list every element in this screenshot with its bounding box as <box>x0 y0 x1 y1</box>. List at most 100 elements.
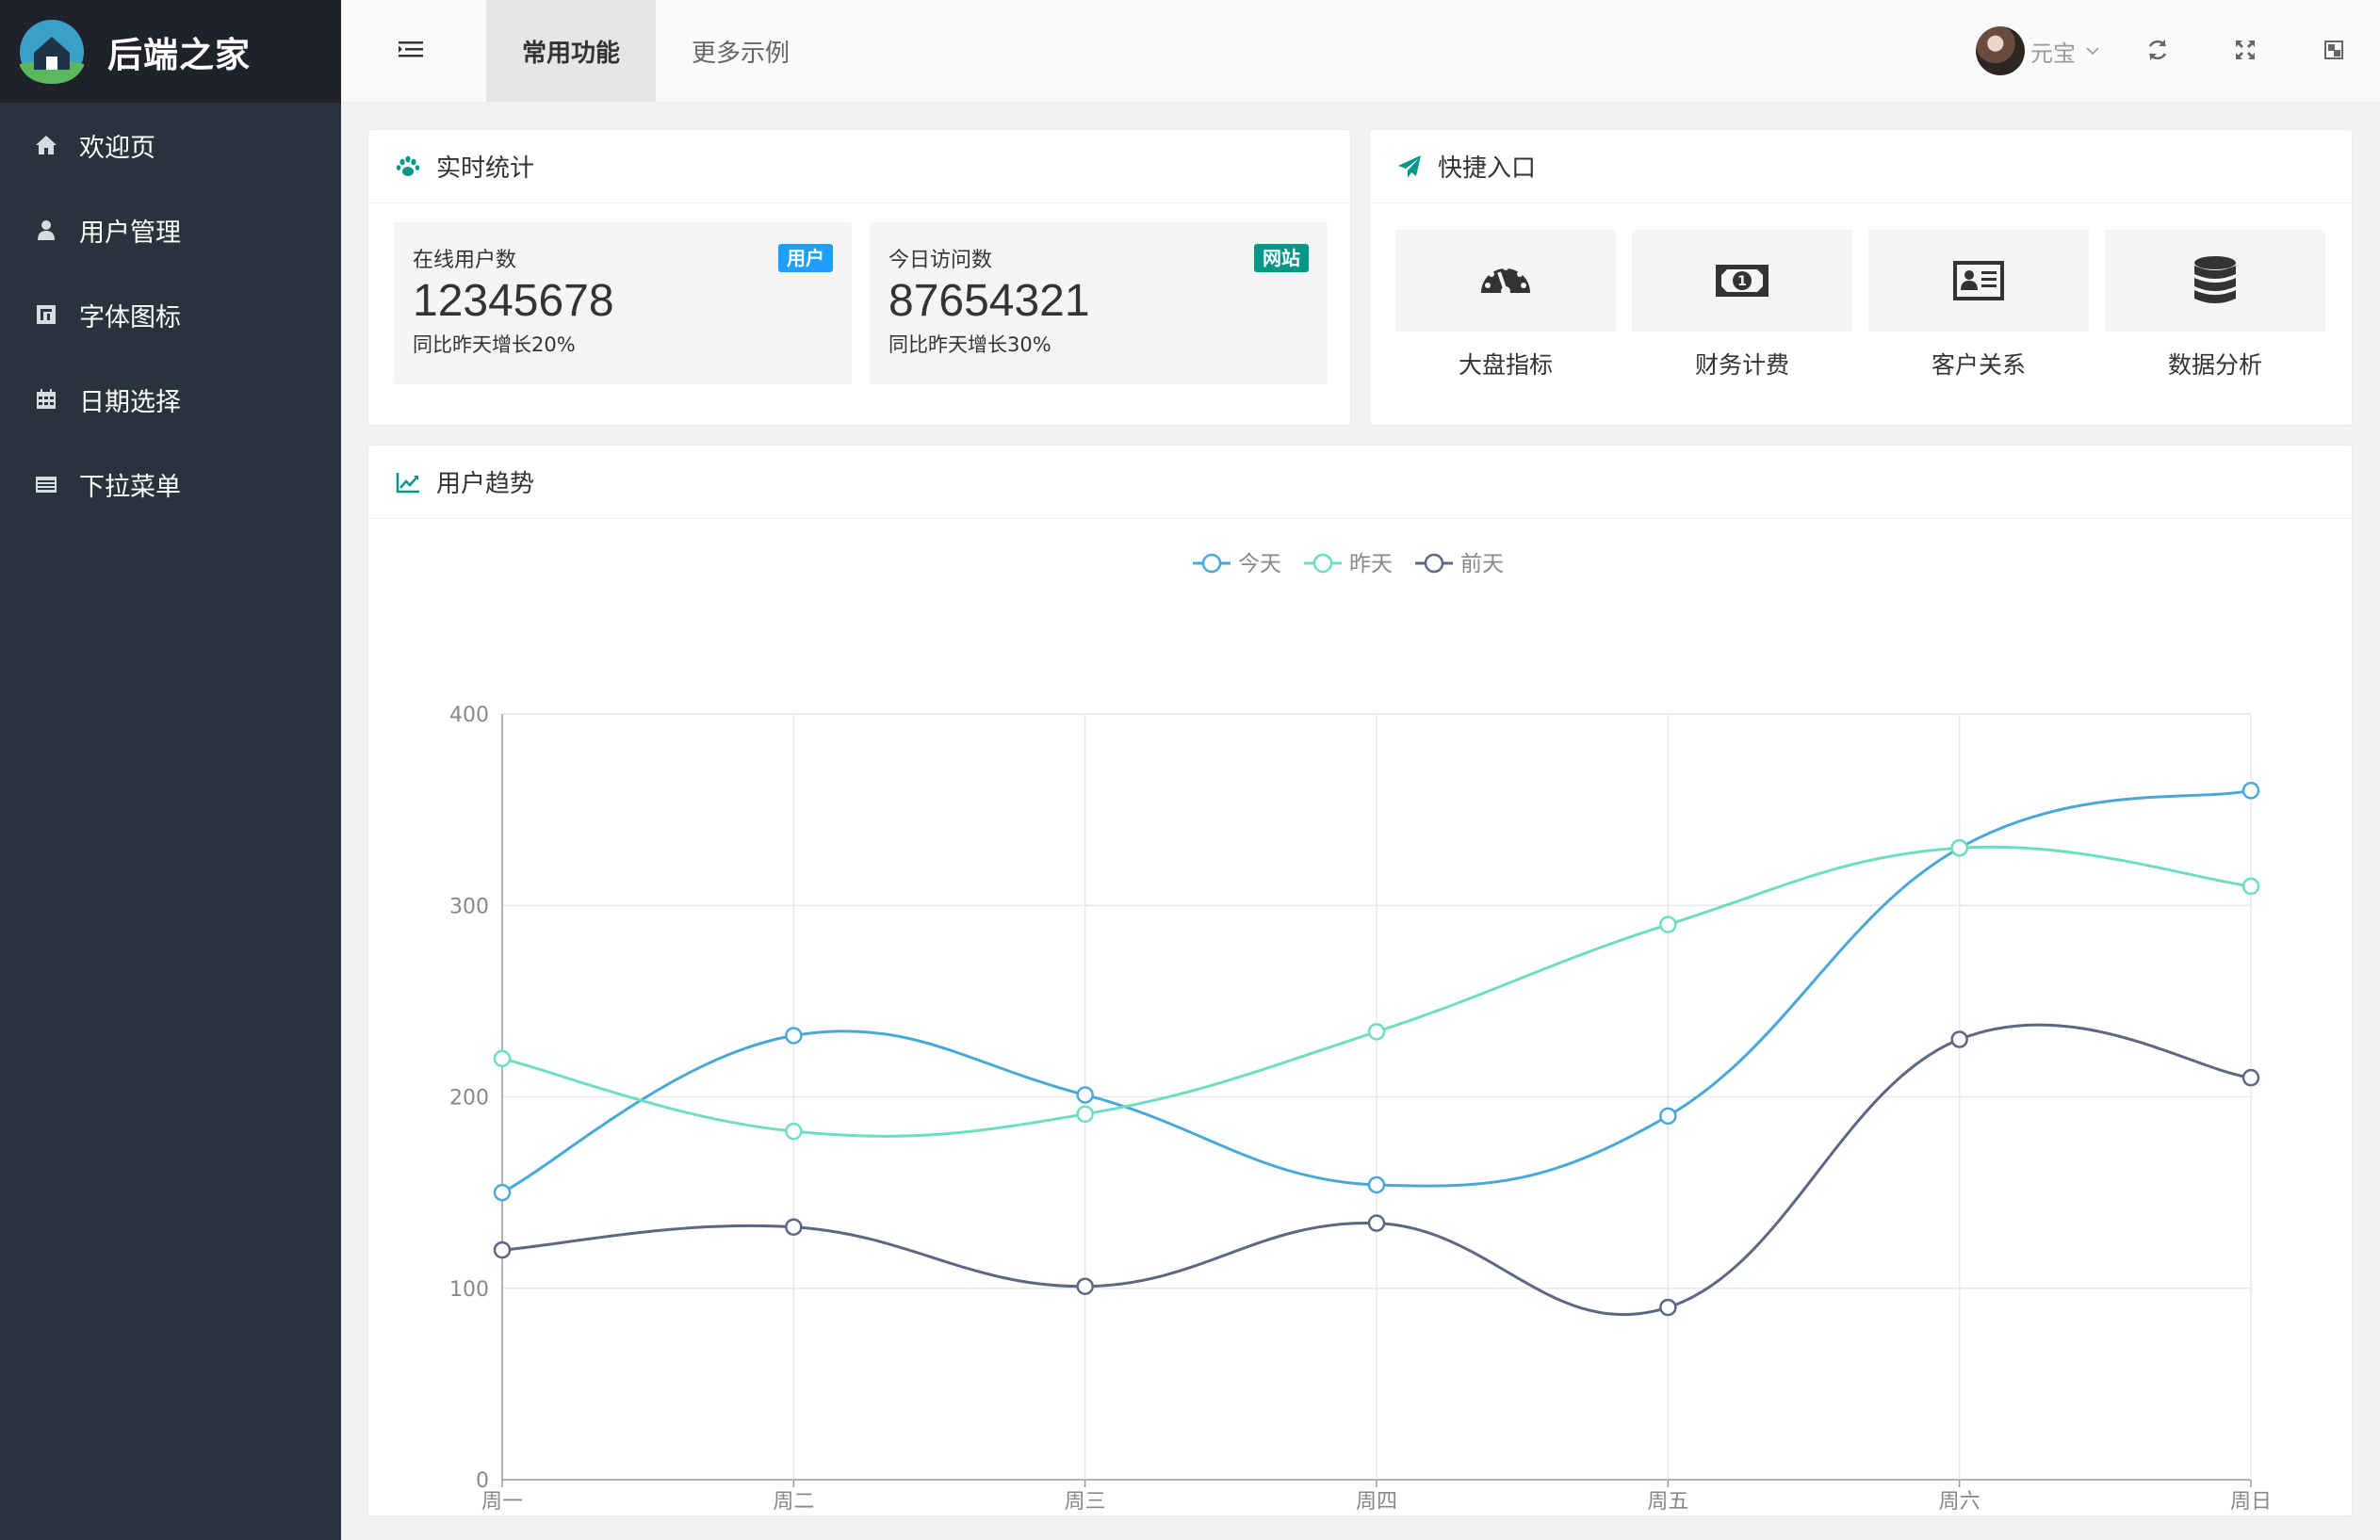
card-header: 快捷入口 <box>1370 130 2352 203</box>
quick-item-customers[interactable]: 客户关系 <box>1868 230 2089 381</box>
menu-toggle-icon[interactable] <box>398 36 428 66</box>
quick-item-analytics[interactable]: 数据分析 <box>2105 230 2325 381</box>
quick-item-billing[interactable]: 1 财务计费 <box>1632 230 1852 381</box>
fullscreen-icon[interactable] <box>2231 36 2259 64</box>
stat-desc: 同比昨天增长20% <box>413 333 576 356</box>
quick-tile <box>1395 230 1616 332</box>
sidebar-item-dropdown[interactable]: 下拉菜单 <box>0 442 341 527</box>
card-title: 用户趋势 <box>436 470 535 498</box>
stat-label: 在线用户数 <box>413 249 517 272</box>
data-point <box>785 1218 803 1236</box>
stat-value: 87654321 <box>888 276 1090 326</box>
sidebar-item-date-picker[interactable]: 日期选择 <box>0 357 341 442</box>
user-trend-chart: 0100200300400周一 周二 周三 周四 周五 周六 周日今天 昨天 前天 <box>449 552 2272 1514</box>
user-icon <box>34 218 58 242</box>
data-point <box>1659 1107 1677 1126</box>
tab-more-examples[interactable]: 更多示例 <box>656 0 825 102</box>
quick-label: 数据分析 <box>2167 351 2262 379</box>
y-tick-label: 100 <box>449 1278 489 1302</box>
user-trend-card: 用户趋势 0 100 200 300 400 周一 周二 周三 周四 周五 周六 周日 今天 昨天 前天 <box>367 445 2353 1516</box>
legend-label: 昨天 <box>1349 552 1393 576</box>
y-tick-label: 200 <box>449 1087 489 1110</box>
x-tick-label: 周日 <box>2230 1490 2272 1514</box>
data-point <box>1367 1023 1386 1041</box>
data-point <box>493 1049 512 1068</box>
legend-marker <box>1312 553 1333 574</box>
data-point <box>1076 1086 1094 1104</box>
data-point <box>1659 916 1677 933</box>
card-title: 快捷入口 <box>1438 154 1537 183</box>
card-header: 用户趋势 <box>368 446 2352 519</box>
quick-label: 财务计费 <box>1694 351 1789 379</box>
list-icon <box>34 472 58 496</box>
user-name: 元宝 <box>2030 40 2076 67</box>
home-icon <box>34 133 58 157</box>
online-users-stat: 在线用户数 用户 12345678 同比昨天增长20% <box>394 222 852 384</box>
data-point <box>785 1122 803 1141</box>
sidebar-item-font-icons[interactable]: 字体图标 <box>0 272 341 357</box>
legend-marker <box>1201 553 1222 574</box>
chevron-down-icon <box>2086 47 2099 56</box>
y-tick-label: 400 <box>449 704 489 727</box>
user-menu[interactable]: 元宝 <box>1976 25 2100 76</box>
paw-icon <box>395 154 421 180</box>
sidebar: 后端之家 欢迎页 用户管理 字体图标 日期选择 下拉菜单 <box>0 0 341 1540</box>
sidebar-item-label: 欢迎页 <box>79 133 155 163</box>
x-tick-label: 周一 <box>481 1490 523 1514</box>
x-tick-label: 周二 <box>773 1490 814 1514</box>
x-tick-label: 周五 <box>1647 1490 1688 1514</box>
quick-tile: 1 <box>1632 230 1852 332</box>
quick-tile <box>2105 230 2325 332</box>
calendar-icon <box>34 387 58 412</box>
sidebar-item-label: 字体图标 <box>79 302 181 332</box>
stat-desc: 同比昨天增长30% <box>888 333 1051 356</box>
data-point <box>2241 877 2260 896</box>
card-title: 实时统计 <box>436 154 535 183</box>
sidebar-nav: 欢迎页 用户管理 字体图标 日期选择 下拉菜单 <box>0 103 341 527</box>
tab-common-functions[interactable]: 常用功能 <box>486 0 656 102</box>
top-header: 常用功能 更多示例 元宝 <box>341 0 2380 103</box>
status-badge: 网站 <box>1254 244 1309 272</box>
paper-plane-icon <box>1396 154 1423 180</box>
quick-label: 大盘指标 <box>1458 351 1553 379</box>
sidebar-item-label: 下拉菜单 <box>79 472 181 502</box>
sidebar-item-users[interactable]: 用户管理 <box>0 187 341 272</box>
database-icon <box>2194 256 2236 303</box>
app-title: 后端之家 <box>107 34 251 75</box>
sidebar-item-label: 用户管理 <box>79 218 181 248</box>
sidebar-item-label: 日期选择 <box>79 387 181 417</box>
x-tick-label: 周六 <box>1939 1490 1981 1514</box>
data-point <box>1367 1175 1386 1194</box>
data-point <box>1076 1277 1094 1295</box>
data-point <box>1076 1105 1094 1124</box>
quick-item-dashboard[interactable]: 大盘指标 <box>1395 230 1616 381</box>
avatar <box>1976 26 2025 75</box>
y-tick-label: 300 <box>449 895 489 918</box>
refresh-icon[interactable] <box>2144 36 2172 64</box>
money-icon: 1 <box>1716 265 1769 297</box>
theme-icon[interactable] <box>2320 36 2348 64</box>
app-logo[interactable]: 后端之家 <box>0 0 341 103</box>
data-point <box>493 1240 512 1259</box>
stat-value: 12345678 <box>413 276 614 326</box>
realtime-stats-card: 实时统计 在线用户数 用户 12345678 同比昨天增长20% 今日访问数 网… <box>367 129 1351 426</box>
sidebar-item-welcome[interactable]: 欢迎页 <box>0 103 341 187</box>
card-header: 实时统计 <box>368 130 1350 203</box>
house-logo-icon <box>20 19 84 84</box>
legend-label: 前天 <box>1460 552 1504 576</box>
data-point <box>785 1027 803 1045</box>
stat-label: 今日访问数 <box>888 249 993 272</box>
data-point <box>2241 782 2260 800</box>
dashboard-icon <box>1481 265 1530 296</box>
status-badge: 用户 <box>778 244 833 272</box>
x-tick-label: 周三 <box>1065 1490 1106 1514</box>
contact-card-icon <box>1953 261 2004 300</box>
data-point <box>493 1183 512 1202</box>
quick-tile <box>1868 230 2089 332</box>
data-point <box>2241 1068 2260 1087</box>
data-point <box>1659 1298 1677 1317</box>
x-tick-label: 周四 <box>1356 1490 1397 1514</box>
quick-entry-card: 快捷入口 大盘指标 1 财务计费 客户关系 数据分析 <box>1369 129 2353 426</box>
data-point <box>1950 1030 1968 1048</box>
svg-text:1: 1 <box>1737 274 1747 289</box>
